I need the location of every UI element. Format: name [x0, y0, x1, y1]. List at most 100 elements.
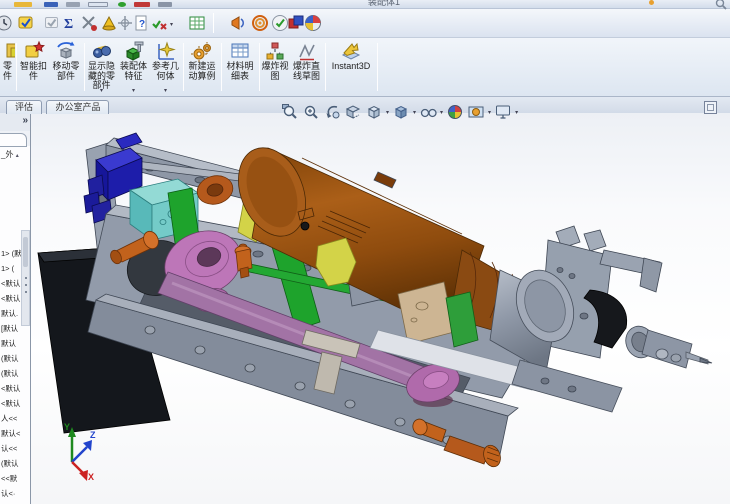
dropdown-arrow-icon[interactable]: ▾	[132, 87, 135, 94]
sketch-check-icon[interactable]	[42, 13, 62, 33]
tree-item[interactable]: (默认	[1, 456, 30, 471]
reference-geometry-icon	[157, 41, 176, 60]
tree-item[interactable]: <<默	[1, 471, 30, 486]
dropdown-arrow-icon[interactable]: ▾	[164, 87, 167, 94]
task-pane-toggle[interactable]	[704, 101, 717, 114]
collapse-arrow-icon[interactable]: ▴	[16, 153, 19, 159]
panel-splitter[interactable]	[21, 230, 30, 326]
tree-item[interactable]: 默认	[1, 336, 30, 351]
bill-of-materials-icon	[231, 43, 249, 58]
svg-text:?: ?	[139, 19, 145, 30]
view-orientation-dropdown[interactable]: ▾	[386, 109, 389, 116]
rebuild-icon[interactable]	[88, 2, 108, 7]
svg-text:Σ: Σ	[64, 17, 73, 32]
cm-separator	[183, 43, 184, 91]
document-title: 装配体1	[368, 0, 401, 7]
zoom-to-fit-icon[interactable]	[281, 103, 299, 121]
design-checker-icon[interactable]	[16, 13, 36, 33]
splitter-grip-dot	[25, 291, 27, 293]
search-flag-icon	[649, 0, 654, 5]
insert-components-button-clipped[interactable]: 零 件	[0, 40, 15, 94]
menu-bar-strip: 装配体1	[0, 0, 730, 9]
new-motion-study-icon	[191, 42, 211, 62]
interference-detection-icon[interactable]	[79, 13, 99, 33]
cm-separator	[221, 43, 222, 91]
move-component-icon	[57, 41, 75, 59]
y-axis-label: Y	[64, 422, 70, 432]
options-icon[interactable]	[134, 2, 150, 7]
heads-up-view-toolbar: ▾ ▾ ▾ ▾ ▾	[281, 100, 518, 124]
assembly-parts[interactable]	[37, 132, 713, 469]
edit-appearance-icon[interactable]	[446, 103, 464, 121]
print-icon[interactable]	[66, 2, 80, 7]
realview-icon[interactable]	[250, 13, 270, 33]
apply-scene-icon[interactable]	[467, 103, 485, 121]
feature-tree-root[interactable]: _外 ▴	[1, 149, 19, 160]
show-hidden-components-button[interactable]: 显示隐 藏的零 部件 ▾	[86, 40, 117, 94]
expand-panel-chevron[interactable]: »	[22, 116, 28, 126]
assembly-features-button[interactable]: 装配体 特征 ▾	[118, 40, 149, 94]
tree-item[interactable]: 默认<	[1, 426, 30, 441]
explode-line-sketch-icon	[298, 44, 315, 61]
explode-line-sketch-button[interactable]: 爆炸直 线草图	[290, 40, 323, 94]
tree-item[interactable]: 认<<	[1, 441, 30, 456]
smart-fasteners-button[interactable]: 智能扣 件	[18, 40, 49, 94]
scrollbar-thumb[interactable]	[23, 237, 28, 267]
new-motion-study-button[interactable]: 新建运 动算例	[185, 40, 219, 94]
tree-item[interactable]: 认<·	[1, 486, 30, 501]
zoom-to-area-icon[interactable]	[302, 103, 320, 121]
solidworks-window: Y Z X ▾ ▾ ▾ ▾ ▾ » _外 ▴ 1> (默 1> ( <默认 <默…	[0, 0, 730, 504]
command-manager: 零 件 智能扣 件 移动零 部件 显示隐 藏的零 部件 ▾ 装配体 特征 ▾ 参…	[0, 38, 730, 96]
splitter-grip-dot	[25, 284, 27, 286]
edrawings-icon[interactable]	[303, 13, 323, 33]
tools-toolbar: Σ ? ▾	[0, 9, 730, 38]
view-settings-dropdown[interactable]: ▾	[515, 109, 518, 116]
toolbar-separator	[213, 13, 214, 33]
tree-item[interactable]: 人<<	[1, 411, 30, 426]
instant3d-button[interactable]: Instant3D	[327, 40, 375, 94]
view-orientation-icon[interactable]	[365, 103, 383, 121]
feature-manager-tab[interactable]	[0, 133, 27, 147]
tab-evaluate[interactable]: 评估	[6, 100, 43, 114]
tree-item[interactable]: <默认	[1, 396, 30, 411]
save-icon[interactable]	[44, 2, 58, 7]
cm-separator	[325, 43, 326, 91]
orientation-triad[interactable]: Y Z X	[52, 420, 98, 482]
open-icon[interactable]	[14, 2, 32, 7]
verify-dropdown[interactable]: ▾	[170, 21, 173, 28]
design-table-icon[interactable]	[187, 13, 207, 33]
tree-item[interactable]: (默认	[1, 366, 30, 381]
task-pane-icon	[707, 104, 714, 111]
hide-show-items-dropdown[interactable]: ▾	[440, 109, 443, 116]
cm-separator	[16, 43, 17, 91]
feature-manager-panel: » _外 ▴ 1> (默 1> ( <默认 <默认 默认. [默认 默认 (默认…	[0, 113, 31, 504]
appearance-horn-icon[interactable]	[228, 13, 248, 33]
search-icon[interactable]	[714, 0, 728, 10]
z-axis-label: Z	[90, 430, 96, 440]
performance-icon[interactable]	[0, 13, 14, 33]
part-needle-assembly[interactable]	[621, 322, 713, 369]
help-icon[interactable]	[158, 2, 172, 7]
exploded-view-button[interactable]: 爆炸视 图	[261, 40, 289, 94]
cm-separator	[377, 43, 378, 91]
tree-item[interactable]: (默认	[1, 351, 30, 366]
insert-components-icon	[6, 43, 15, 58]
show-hidden-components-icon	[92, 45, 111, 58]
tree-item[interactable]: <默认	[1, 381, 30, 396]
apply-scene-dropdown[interactable]: ▾	[488, 109, 491, 116]
display-style-icon[interactable]	[392, 103, 410, 121]
tab-office-products[interactable]: 办公室产品	[46, 100, 110, 114]
reference-geometry-button[interactable]: 参考几 何体 ▾	[150, 40, 181, 94]
display-style-dropdown[interactable]: ▾	[413, 109, 416, 116]
hide-show-items-icon[interactable]	[419, 103, 437, 121]
previous-view-icon[interactable]	[323, 103, 341, 121]
dropdown-arrow-icon[interactable]: ▾	[100, 87, 103, 94]
equations-icon[interactable]: Σ	[60, 13, 80, 33]
verify-icon[interactable]	[149, 13, 169, 33]
view-settings-icon[interactable]	[494, 103, 512, 121]
status-dot-icon	[118, 2, 126, 7]
move-component-button[interactable]: 移动零 部件	[50, 40, 82, 94]
section-view-icon[interactable]	[344, 103, 362, 121]
bill-of-materials-button[interactable]: 材料明 细表	[223, 40, 257, 94]
x-axis-label: X	[88, 472, 94, 482]
